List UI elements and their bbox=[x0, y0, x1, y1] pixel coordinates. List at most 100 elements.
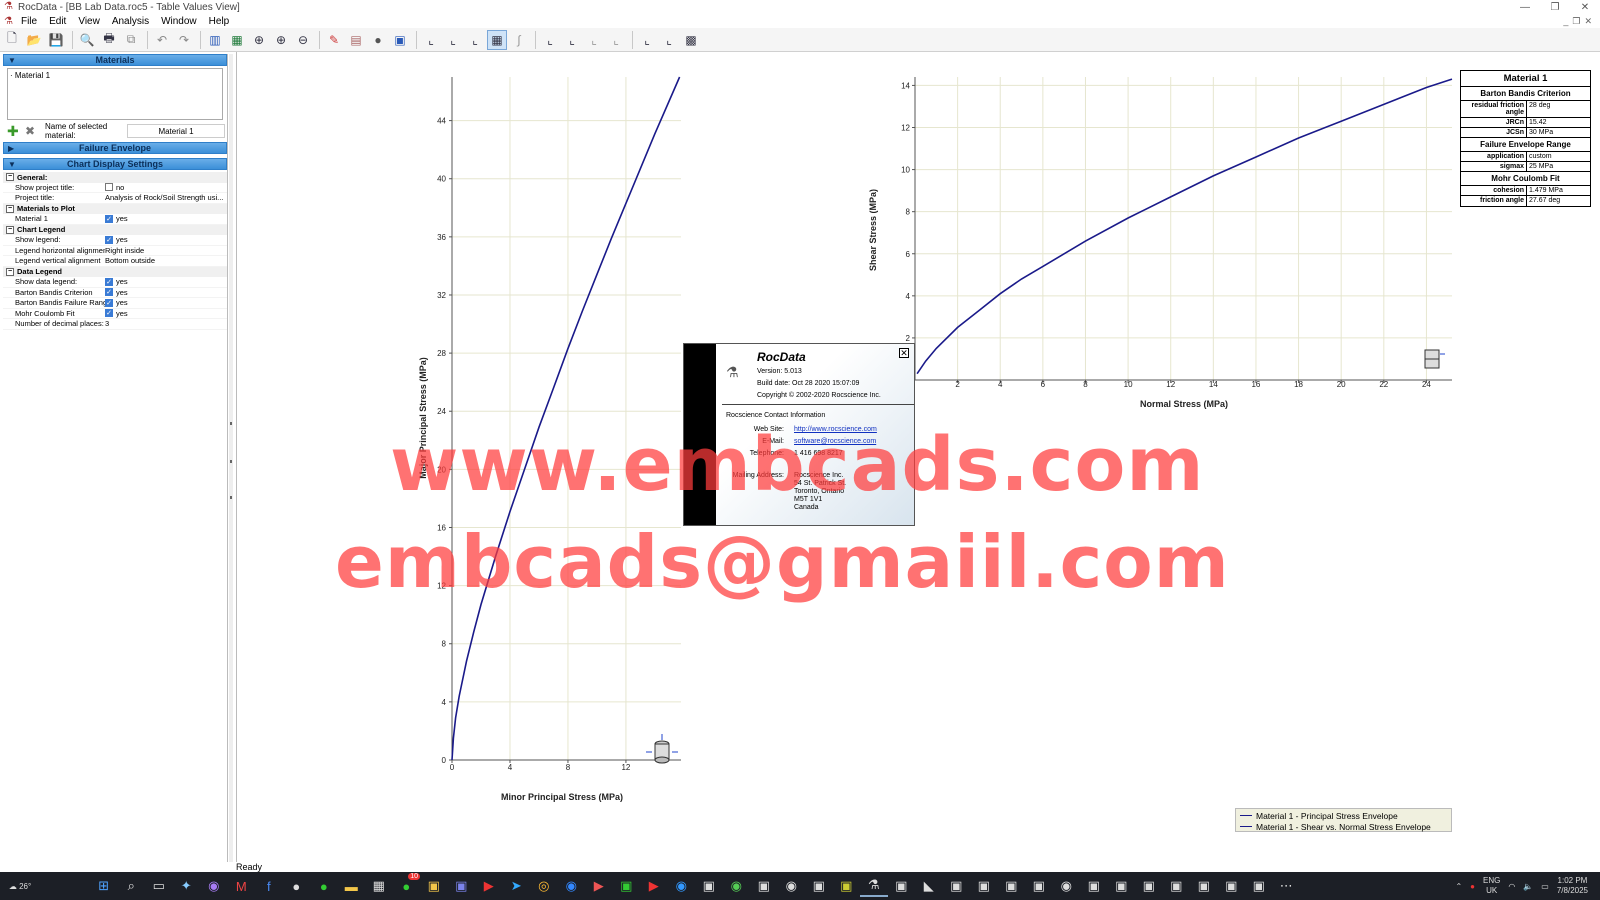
more-apps-icon[interactable]: ⋯ bbox=[1273, 875, 1301, 897]
mdi-minimize-button[interactable]: _ bbox=[1563, 16, 1568, 27]
collapse-icon[interactable]: − bbox=[6, 173, 14, 182]
search-icon[interactable]: ⌕ bbox=[118, 875, 146, 897]
material-name-input[interactable] bbox=[127, 124, 225, 138]
app-icon-2[interactable]: ▣ bbox=[750, 875, 778, 897]
chart-fit-1-icon[interactable]: ⌞ bbox=[637, 30, 657, 50]
task-view-icon[interactable]: ▭ bbox=[145, 875, 173, 897]
prop-decimal-places[interactable]: Number of decimal places: 3 bbox=[3, 319, 227, 330]
app-gray-icon[interactable]: ▣ bbox=[695, 875, 723, 897]
prop-mohr-coulomb-fit[interactable]: Mohr Coulomb Fit ✓ yes bbox=[3, 309, 227, 319]
teams-icon[interactable]: ▣ bbox=[448, 875, 476, 897]
app-icon-10[interactable]: ▣ bbox=[998, 875, 1026, 897]
prop-group-materials[interactable]: − Materials to Plot bbox=[3, 203, 227, 214]
chart-display-settings-header[interactable]: ▼ Chart Display Settings bbox=[3, 158, 227, 170]
app-icon-11[interactable]: ▣ bbox=[1025, 875, 1053, 897]
chart-curve-icon[interactable]: ∫ bbox=[509, 30, 529, 50]
menu-help[interactable]: Help bbox=[203, 16, 236, 27]
store-icon[interactable]: ▦ bbox=[365, 875, 393, 897]
app-red-icon[interactable]: ▶ bbox=[585, 875, 613, 897]
color-icon[interactable]: ● bbox=[368, 30, 388, 50]
failure-envelope-header[interactable]: ▶ Failure Envelope bbox=[3, 142, 227, 154]
app-icon-16[interactable]: ▣ bbox=[1163, 875, 1191, 897]
prop-material-1[interactable]: Material 1 ✓ yes bbox=[3, 214, 227, 225]
collapse-icon[interactable]: − bbox=[6, 267, 14, 276]
mdi-close-button[interactable]: ✕ bbox=[1584, 16, 1592, 27]
menu-edit[interactable]: Edit bbox=[43, 16, 72, 27]
app-icon-7[interactable]: ◣ bbox=[915, 875, 943, 897]
rocdata-taskbar-icon[interactable]: ⚗ bbox=[860, 875, 888, 897]
checkbox[interactable]: ✓ bbox=[105, 298, 113, 307]
open-file-icon[interactable]: 📂 bbox=[24, 30, 44, 50]
new-file-icon[interactable]: 🗋 bbox=[2, 30, 22, 50]
menu-view[interactable]: View bbox=[72, 16, 106, 27]
tray-app-icon[interactable]: ● bbox=[1470, 882, 1475, 891]
app-icon-9[interactable]: ▣ bbox=[970, 875, 998, 897]
chart-axes-1-icon[interactable]: ⌞ bbox=[540, 30, 560, 50]
undo-icon[interactable]: ↶ bbox=[152, 30, 172, 50]
minimize-button[interactable]: — bbox=[1510, 2, 1540, 13]
mdi-restore-button[interactable]: ❐ bbox=[1572, 16, 1580, 27]
prop-project-title[interactable]: Project title: Analysis of Rock/Soil Str… bbox=[3, 193, 227, 204]
chart-table-icon[interactable]: ▦ bbox=[487, 29, 507, 50]
clock[interactable]: 1:02 PM 7/8/2025 bbox=[1557, 876, 1588, 896]
battery-icon[interactable]: ▭ bbox=[1541, 882, 1549, 891]
app-icon-13[interactable]: ▣ bbox=[1080, 875, 1108, 897]
prop-barton-bandis-range[interactable]: Barton Bandis Failure Range ✓ yes bbox=[3, 298, 227, 309]
prop-show-data-legend[interactable]: Show data legend: ✓ yes bbox=[3, 277, 227, 288]
app-icon-4[interactable]: ▣ bbox=[805, 875, 833, 897]
checkbox[interactable]: ✓ bbox=[105, 277, 113, 286]
gmail-icon[interactable]: M bbox=[228, 875, 256, 897]
print-preview-icon[interactable]: 🔍 bbox=[77, 30, 97, 50]
copy-icon[interactable]: ⧉ bbox=[121, 30, 141, 50]
whatsapp-icon[interactable]: ● 10 bbox=[393, 873, 420, 897]
language-indicator[interactable]: ENG UK bbox=[1483, 876, 1500, 896]
export-excel-icon[interactable]: ▦ bbox=[227, 30, 247, 50]
chart-axes-3-icon[interactable]: ⌞ bbox=[584, 30, 604, 50]
redo-icon[interactable]: ↷ bbox=[174, 30, 194, 50]
chart-normal-icon[interactable]: ⌞ bbox=[465, 30, 485, 50]
facebook-icon[interactable]: f bbox=[255, 875, 283, 897]
prop-group-chart-legend[interactable]: − Chart Legend bbox=[3, 224, 227, 235]
close-dialog-button[interactable]: ✕ bbox=[899, 348, 909, 358]
app-icon-8[interactable]: ▣ bbox=[943, 875, 971, 897]
prop-legend-horizontal[interactable]: Legend horizontal alignment Right inside bbox=[3, 246, 227, 256]
messenger-icon[interactable]: ● bbox=[283, 875, 311, 897]
zoom-out-icon[interactable]: ⊖ bbox=[293, 30, 313, 50]
volume-icon[interactable]: 🔈 bbox=[1523, 882, 1533, 891]
chart-fit-2-icon[interactable]: ⌞ bbox=[659, 30, 679, 50]
checkbox[interactable]: ✓ bbox=[105, 309, 113, 318]
weather-widget[interactable]: ☁ 26° bbox=[0, 882, 40, 891]
wechat-icon[interactable]: ● bbox=[310, 875, 338, 897]
app-icon-6[interactable]: ▣ bbox=[888, 875, 916, 897]
youtube-icon[interactable]: ▶ bbox=[475, 875, 503, 897]
app-icon[interactable]: ▣ bbox=[420, 875, 448, 897]
prop-group-general[interactable]: − General: bbox=[3, 172, 227, 183]
prop-group-data-legend[interactable]: − Data Legend bbox=[3, 266, 227, 277]
app-icon-14[interactable]: ▣ bbox=[1108, 875, 1136, 897]
checkbox[interactable]: ✓ bbox=[105, 288, 113, 297]
chrome-icon[interactable]: ◎ bbox=[530, 875, 558, 897]
checkbox[interactable]: ✓ bbox=[105, 214, 113, 223]
copilot-icon[interactable]: ✦ bbox=[173, 875, 201, 897]
save-icon[interactable]: 💾 bbox=[46, 30, 66, 50]
checkbox[interactable] bbox=[105, 183, 113, 192]
app-icon-3[interactable]: ◉ bbox=[778, 875, 806, 897]
menu-window[interactable]: Window bbox=[155, 16, 203, 27]
chart-axes-4-icon[interactable]: ⌞ bbox=[606, 30, 626, 50]
app-icon-19[interactable]: ▣ bbox=[1245, 875, 1273, 897]
materials-header[interactable]: ▼ Materials bbox=[3, 54, 227, 66]
youtube-2-icon[interactable]: ▶ bbox=[640, 875, 668, 897]
checkbox[interactable]: ✓ bbox=[105, 235, 113, 244]
app-icon-12[interactable]: ◉ bbox=[1053, 875, 1081, 897]
about-icon[interactable]: ▩ bbox=[681, 30, 701, 50]
collapse-icon[interactable]: − bbox=[6, 204, 14, 213]
panel-splitter[interactable] bbox=[229, 54, 233, 862]
prop-legend-vertical[interactable]: Legend vertical alignment Bottom outside bbox=[3, 256, 227, 267]
wifi-icon[interactable]: ◠ bbox=[1508, 882, 1515, 891]
delete-material-icon[interactable]: ✖ bbox=[25, 124, 39, 138]
collapse-icon[interactable]: − bbox=[6, 225, 14, 234]
menu-analysis[interactable]: Analysis bbox=[106, 16, 155, 27]
app-icon-15[interactable]: ▣ bbox=[1135, 875, 1163, 897]
pen-tool-icon[interactable]: ✎ bbox=[324, 30, 344, 50]
app-blue-icon[interactable]: ◉ bbox=[668, 875, 696, 897]
